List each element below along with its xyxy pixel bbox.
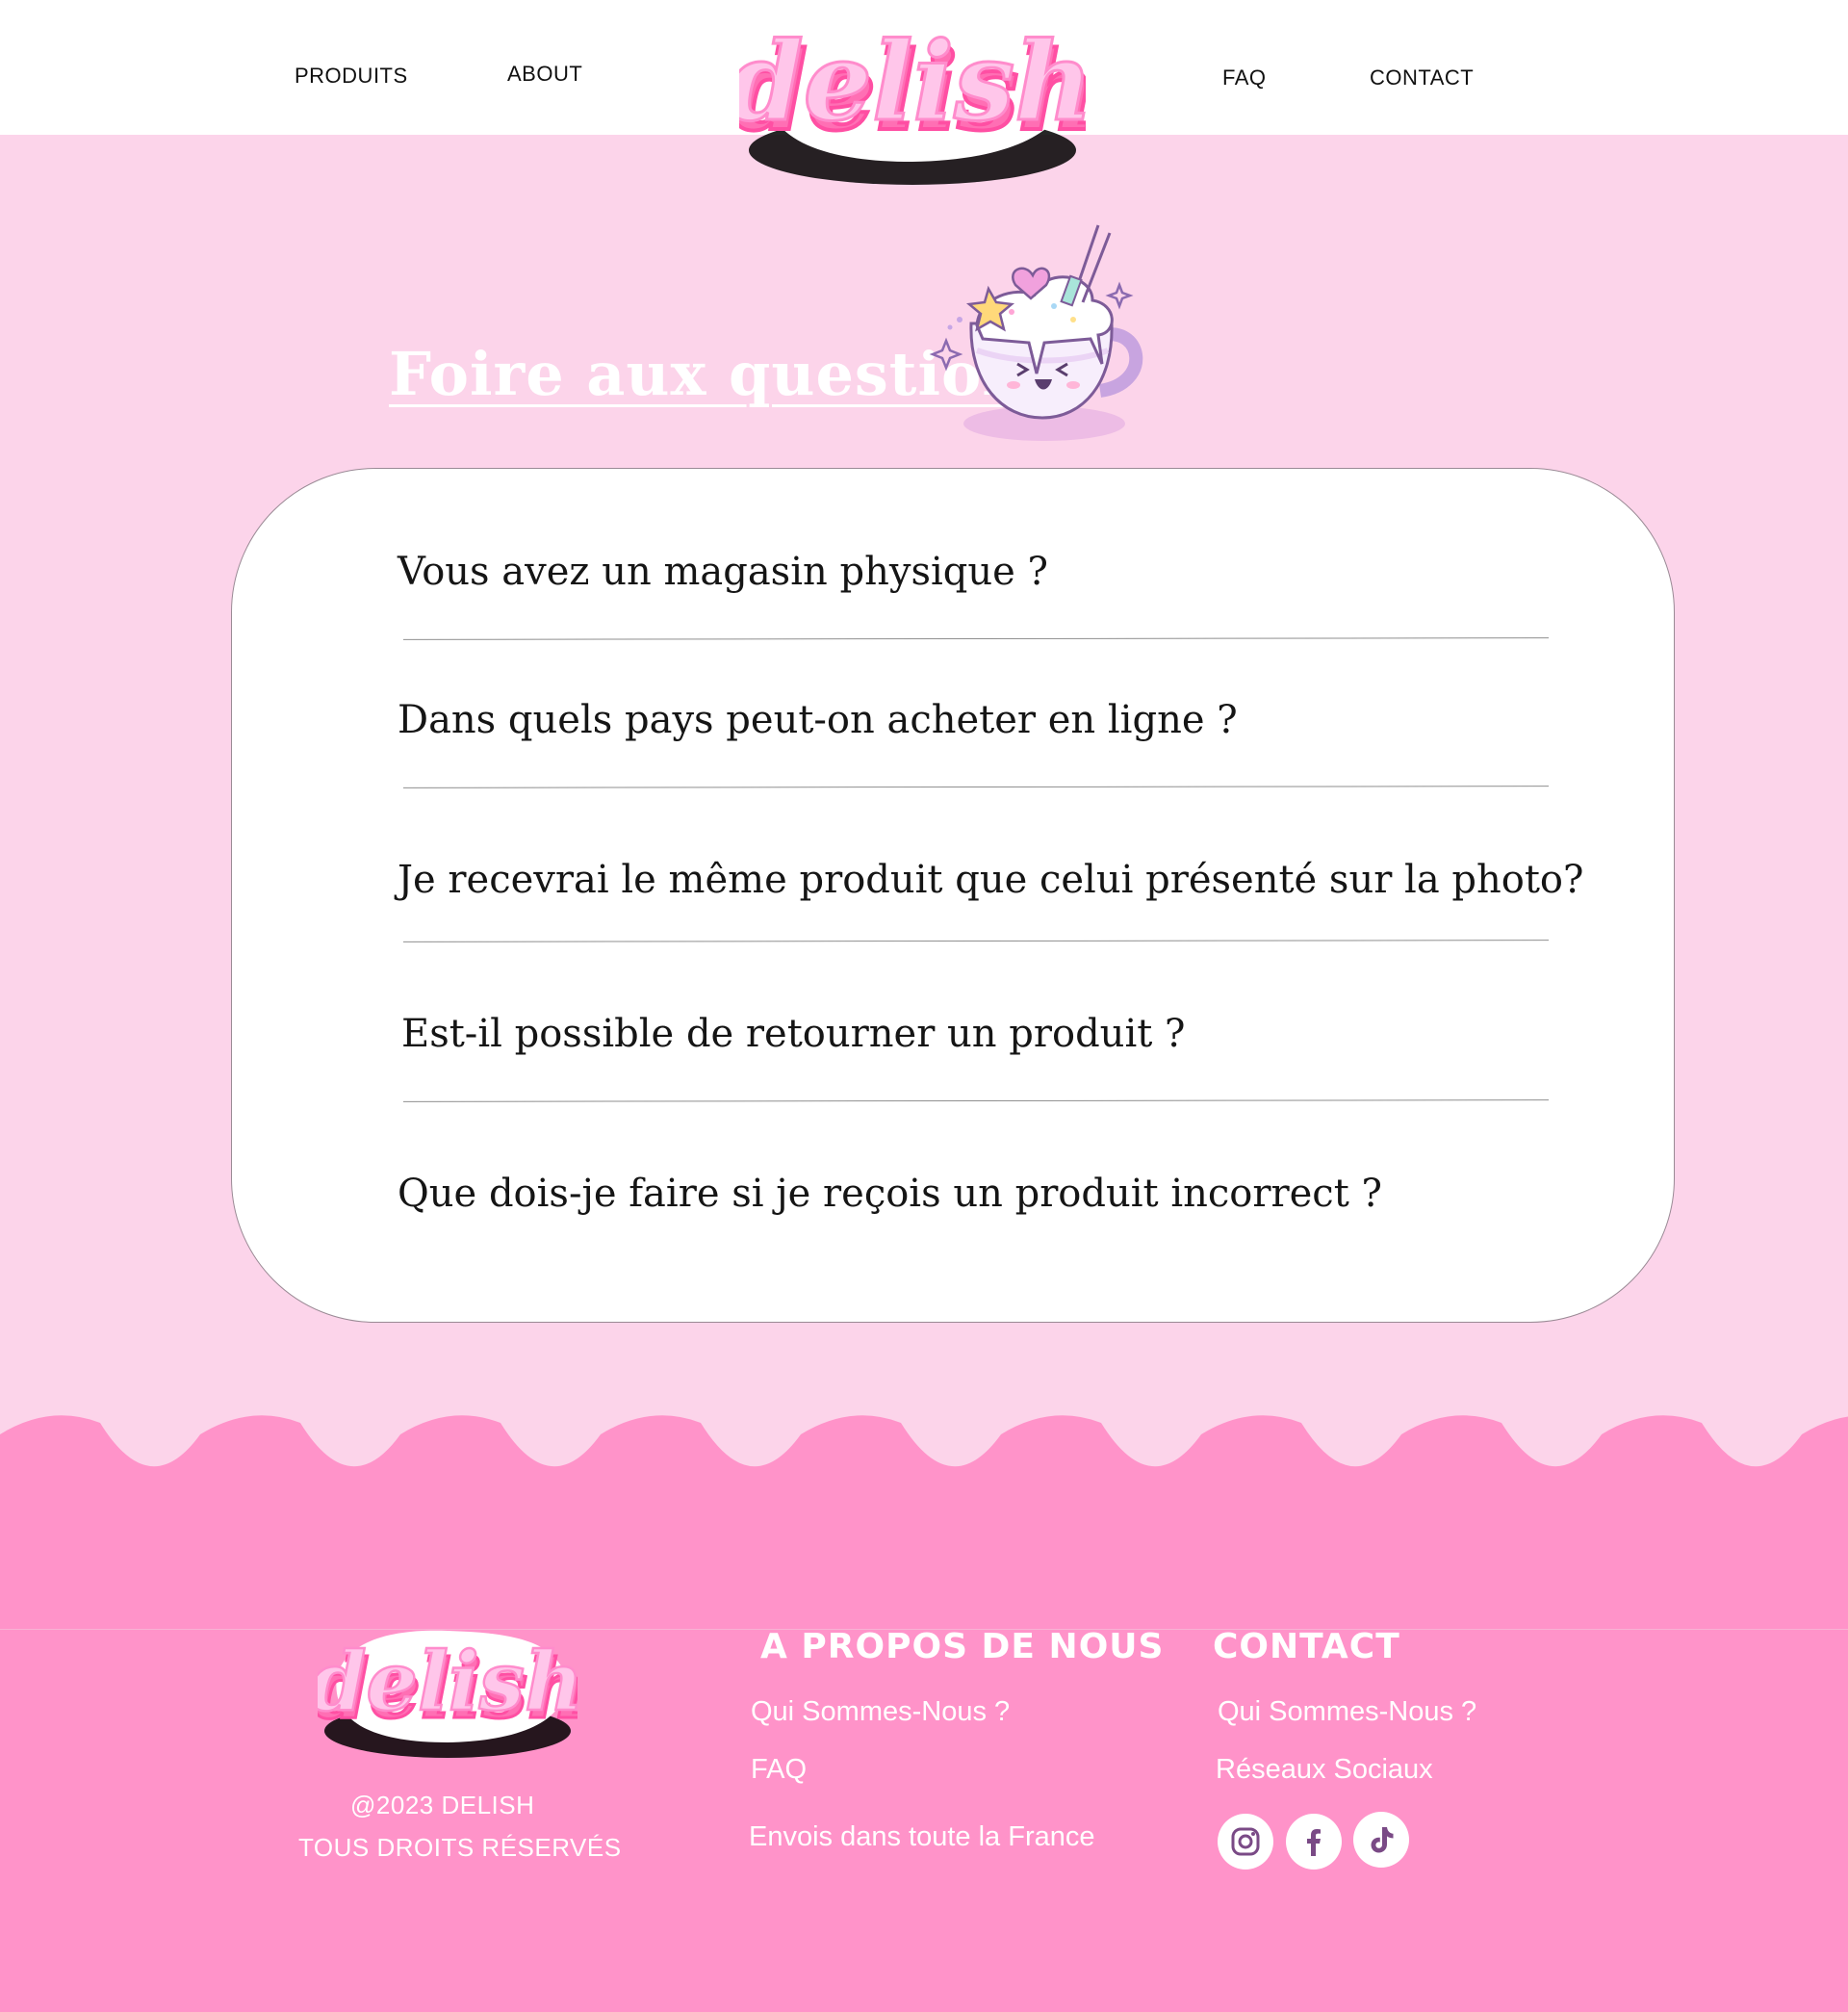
nav-faq[interactable]: FAQ: [1222, 65, 1267, 90]
faq-question-2[interactable]: Dans quels pays peut-on acheter en ligne…: [398, 698, 1553, 742]
header-logo[interactable]: delish delish: [727, 6, 1099, 189]
faq-question-3[interactable]: Je recevrai le même produit que celui pr…: [398, 858, 1583, 902]
copyright-year: @2023 DELISH: [350, 1791, 535, 1819]
nav-about[interactable]: ABOUT: [507, 62, 582, 87]
footer-link-reseaux-sociaux[interactable]: Réseaux Sociaux: [1216, 1754, 1433, 1786]
logo-text: delish: [318, 1634, 578, 1729]
tiktok-icon: [1371, 1827, 1394, 1853]
faq-question-1[interactable]: Vous avez un magasin physique ?: [398, 550, 1553, 594]
faq-divider: [402, 637, 1550, 640]
faq-card: Vous avez un magasin physique ? Dans que…: [231, 468, 1675, 1323]
footer-heading-about: A propos de nous: [760, 1627, 1165, 1666]
tiktok-button[interactable]: [1353, 1812, 1409, 1868]
footer-logo[interactable]: delish delish: [309, 1623, 588, 1763]
logo-artwork: delish delish: [727, 16, 1099, 185]
footer-link-qui-sommes-nous[interactable]: Qui Sommes-Nous ?: [751, 1696, 1010, 1728]
footer-link-faq[interactable]: FAQ: [751, 1754, 807, 1786]
instagram-button[interactable]: [1218, 1814, 1273, 1870]
facebook-button[interactable]: [1286, 1814, 1342, 1870]
footer-link-contact-qui-sommes-nous[interactable]: Qui Sommes-Nous ?: [1218, 1696, 1476, 1728]
logo-text: delish: [739, 19, 1086, 145]
instagram-icon: [1231, 1827, 1260, 1856]
faq-question-5[interactable]: Que dois-je faire si je reçois un produi…: [398, 1172, 1553, 1216]
copyright-rights: TOUS DROITS RÉSERVÉS: [298, 1833, 622, 1862]
nav-produits[interactable]: PRODUITS: [295, 64, 408, 89]
nav-contact[interactable]: CONTACT: [1370, 65, 1474, 90]
faq-divider: [402, 1099, 1550, 1102]
footer-link-envois[interactable]: Envois dans toute la France: [749, 1821, 1094, 1853]
faq-divider: [402, 786, 1550, 788]
teacup-mascot-illustration: [929, 219, 1150, 451]
facebook-icon: [1307, 1829, 1321, 1856]
logo-artwork: delish delish: [309, 1630, 588, 1758]
faq-divider: [402, 940, 1550, 942]
sparkle-icon: [929, 337, 963, 372]
footer-heading-contact: Contact: [1213, 1627, 1400, 1666]
faq-question-4[interactable]: Est-il possible de retourner un produit …: [401, 1012, 1556, 1056]
